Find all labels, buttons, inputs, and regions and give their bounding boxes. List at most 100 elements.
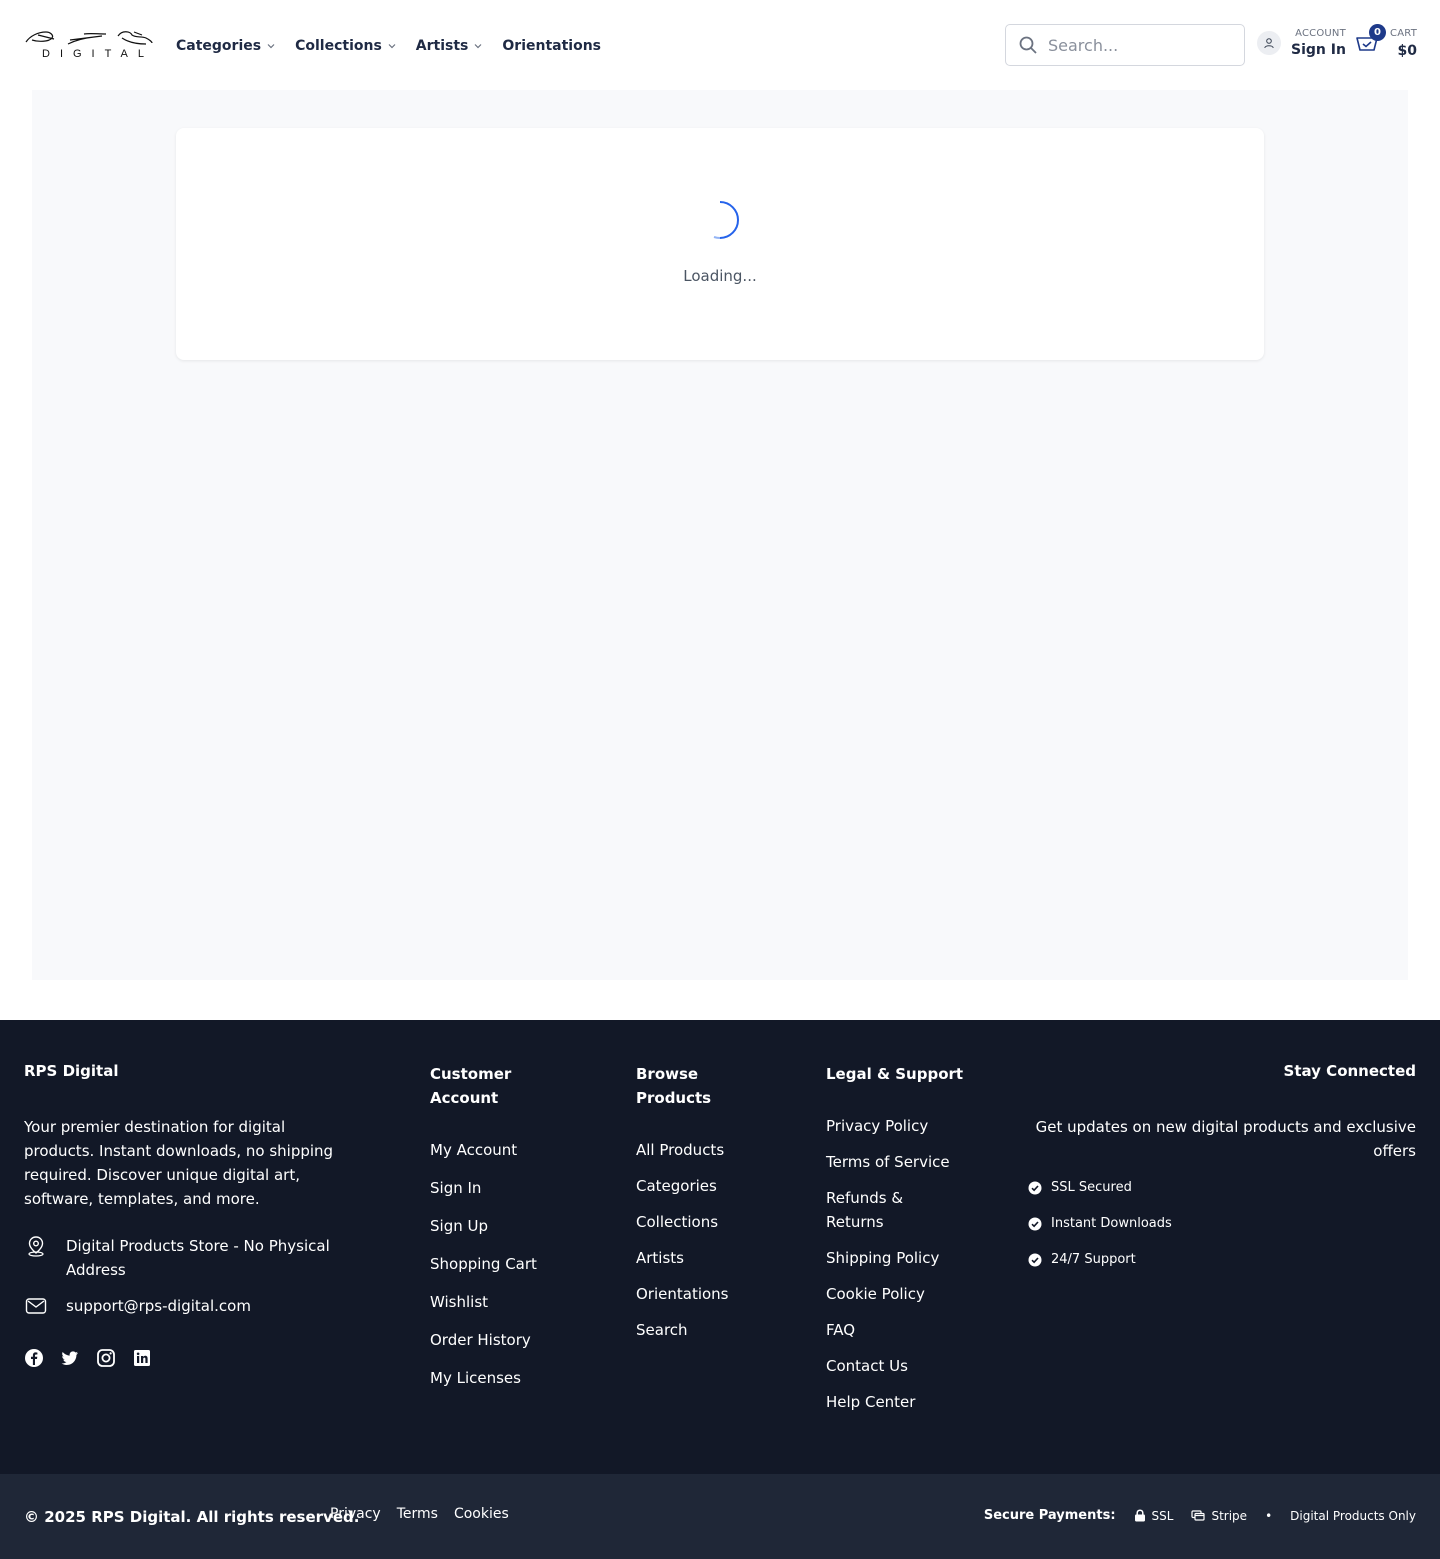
stay-connected-title: Stay Connected: [1283, 1062, 1416, 1080]
footer-link-faq[interactable]: FAQ: [826, 1318, 855, 1342]
loading-spinner-icon: [713, 201, 739, 240]
bottom-link-privacy[interactable]: Privacy: [330, 1506, 381, 1522]
account-label: ACCOUNT: [1295, 28, 1346, 39]
cart-total: $0: [1397, 43, 1417, 59]
footer-link-sign-up[interactable]: Sign Up: [430, 1214, 488, 1238]
search-box: [1005, 24, 1245, 66]
stripe-label: Stripe: [1211, 1508, 1248, 1523]
footer-address-text: Digital Products Store - No Physical Add…: [66, 1237, 330, 1279]
account-text: ACCOUNT Sign In: [1291, 28, 1346, 58]
footer-link-refunds-returns[interactable]: Refunds & Returns: [826, 1186, 926, 1234]
footer-email-text[interactable]: support@rps-digital.com: [66, 1294, 251, 1318]
logo-drawing-icon: [25, 31, 153, 45]
copyright-text: © 2025 RPS Digital. All rights reserved.: [24, 1508, 360, 1526]
bottom-link-cookies[interactable]: Cookies: [454, 1506, 509, 1522]
footer-link-sign-in[interactable]: Sign In: [430, 1176, 481, 1200]
badge-ssl-secured: SSL Secured: [1028, 1180, 1132, 1195]
nav-collections-label: Collections: [295, 38, 382, 54]
stay-connected-description: Get updates on new digital products and …: [1035, 1118, 1416, 1160]
footer-col-title: Browse Products: [636, 1065, 712, 1107]
sign-in-link[interactable]: Sign In: [1291, 42, 1346, 58]
footer-email[interactable]: support@rps-digital.com: [24, 1294, 251, 1318]
cart-link[interactable]: 0 CART $0: [1355, 24, 1417, 66]
badge-label: Instant Downloads: [1051, 1216, 1172, 1231]
footer-link-cookie-policy[interactable]: Cookie Policy: [826, 1282, 925, 1306]
check-circle-icon: [1028, 1217, 1042, 1230]
site-logo[interactable]: DIGITAL: [24, 26, 154, 64]
nav-orientations-label: Orientations: [502, 38, 602, 54]
nav-collections[interactable]: Collections: [295, 35, 397, 57]
check-circle-icon: [1028, 1253, 1042, 1266]
search-input[interactable]: [1048, 35, 1228, 55]
cart-count-badge: 0: [1369, 24, 1386, 41]
loading-card: Loading...: [176, 128, 1264, 360]
nav-artists[interactable]: Artists: [416, 35, 484, 57]
badge-support: 24/7 Support: [1028, 1252, 1136, 1267]
linkedin-icon[interactable]: [132, 1348, 152, 1368]
secure-payments-label: Secure Payments:: [983, 1508, 1116, 1523]
footer-link-collections[interactable]: Collections: [636, 1210, 718, 1234]
footer-link-wishlist[interactable]: Wishlist: [430, 1290, 488, 1314]
social-links: [24, 1348, 152, 1368]
search-icon[interactable]: [1018, 35, 1038, 55]
site-header: DIGITAL Categories Collections Artists O…: [0, 0, 1440, 90]
lock-icon: [1134, 1509, 1145, 1522]
ssl-label: SSL: [1151, 1508, 1174, 1523]
footer-link-help-center[interactable]: Help Center: [826, 1390, 915, 1414]
mail-icon: [25, 1298, 47, 1314]
badge-label: SSL Secured: [1051, 1180, 1132, 1195]
logo-text: DIGITAL: [42, 48, 154, 60]
account-link[interactable]: ACCOUNT Sign In: [1257, 28, 1346, 58]
footer-col-title: Customer Account: [430, 1065, 512, 1107]
footer-col-browse-products: Browse Products: [636, 1062, 736, 1110]
digital-only-label: Digital Products Only: [1290, 1508, 1416, 1523]
footer-col-legal-support: Legal & Support: [826, 1062, 1006, 1086]
facebook-icon[interactable]: [24, 1348, 44, 1368]
footer-link-terms-of-service[interactable]: Terms of Service: [826, 1150, 950, 1174]
stripe-item: Stripe: [1191, 1509, 1247, 1523]
site-footer: RPS Digital Your premier destination for…: [0, 1020, 1440, 1474]
user-icon: [1257, 31, 1281, 55]
footer-link-categories[interactable]: Categories: [636, 1174, 717, 1198]
cart-label: CART: [1390, 28, 1417, 39]
secure-payments: Secure Payments: SSL Stripe • Digital Pr…: [984, 1508, 1416, 1523]
footer-bottom-bar: © 2025 RPS Digital. All rights reserved.…: [0, 1474, 1440, 1559]
footer-link-privacy-policy[interactable]: Privacy Policy: [826, 1114, 928, 1138]
ssl-item: SSL: [1134, 1508, 1174, 1523]
chevron-down-icon: [388, 44, 396, 49]
footer-link-artists[interactable]: Artists: [636, 1246, 684, 1270]
separator-dot: •: [1265, 1508, 1273, 1523]
footer-description: Your premier destination for digital pro…: [24, 1118, 334, 1208]
footer-address: Digital Products Store - No Physical Add…: [24, 1234, 354, 1282]
nav-orientations[interactable]: Orientations: [502, 35, 601, 57]
footer-link-shipping-policy[interactable]: Shipping Policy: [826, 1246, 939, 1270]
cart-text: CART $0: [1390, 28, 1417, 59]
nav-artists-label: Artists: [415, 38, 469, 54]
bottom-link-terms[interactable]: Terms: [397, 1506, 438, 1522]
footer-link-search[interactable]: Search: [636, 1318, 688, 1342]
location-pin-icon: [28, 1236, 44, 1257]
loading-text: Loading...: [683, 267, 757, 285]
badge-instant-downloads: Instant Downloads: [1028, 1216, 1172, 1231]
nav-categories[interactable]: Categories: [176, 35, 276, 57]
main-content: Loading...: [32, 90, 1408, 980]
footer-col-title: Legal & Support: [826, 1065, 964, 1083]
footer-col-customer-account: Customer Account: [430, 1062, 550, 1110]
badge-label: 24/7 Support: [1051, 1252, 1136, 1267]
footer-link-orientations[interactable]: Orientations: [636, 1282, 729, 1306]
check-circle-icon: [1028, 1181, 1042, 1194]
instagram-icon[interactable]: [96, 1348, 116, 1368]
credit-card-icon: [1191, 1510, 1206, 1521]
footer-link-contact-us[interactable]: Contact Us: [826, 1354, 908, 1378]
footer-link-all-products[interactable]: All Products: [636, 1138, 724, 1162]
chevron-down-icon: [474, 44, 482, 49]
footer-brand: RPS Digital: [24, 1062, 119, 1080]
footer-link-my-account[interactable]: My Account: [430, 1138, 517, 1162]
twitter-icon[interactable]: [60, 1348, 80, 1368]
footer-link-my-licenses[interactable]: My Licenses: [430, 1366, 521, 1390]
footer-link-shopping-cart[interactable]: Shopping Cart: [430, 1252, 537, 1276]
nav-categories-label: Categories: [176, 38, 262, 54]
footer-link-order-history[interactable]: Order History: [430, 1328, 531, 1352]
legal-links: Privacy Terms Cookies: [330, 1506, 509, 1522]
main-nav: Categories Collections Artists Orientati…: [176, 35, 620, 57]
